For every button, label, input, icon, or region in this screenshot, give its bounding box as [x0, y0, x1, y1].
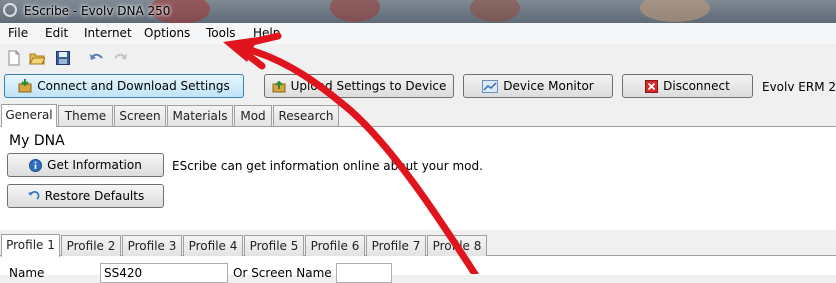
tab-research[interactable]: Research: [273, 105, 339, 126]
app-icon[interactable]: [3, 3, 17, 17]
restore-defaults-label: Restore Defaults: [44, 189, 145, 203]
connect-download-label: Connect and Download Settings: [37, 79, 230, 93]
new-file-icon[interactable]: [6, 50, 22, 66]
undo-icon[interactable]: [88, 50, 104, 66]
restore-arrow-icon: [27, 190, 40, 200]
tab-materials[interactable]: Materials: [167, 105, 233, 126]
profile-name-input[interactable]: [100, 263, 228, 283]
info-icon: [29, 158, 43, 172]
menu-edit[interactable]: Edit: [45, 26, 68, 40]
section-title-my-dna: My DNA: [9, 133, 65, 149]
disconnect-button[interactable]: Disconnect: [622, 74, 753, 98]
tab-general[interactable]: General: [1, 104, 57, 127]
get-information-button[interactable]: Get Information: [7, 153, 164, 177]
menu-internet[interactable]: Internet: [84, 26, 132, 40]
device-monitor-button[interactable]: Device Monitor: [463, 74, 613, 98]
menu-file[interactable]: File: [8, 26, 28, 40]
menu-help[interactable]: Help: [253, 26, 280, 40]
profile-name-label: Name: [9, 266, 45, 280]
disconnect-x-icon: [645, 79, 659, 93]
restore-defaults-button[interactable]: Restore Defaults: [7, 184, 164, 208]
connect-download-button[interactable]: Connect and Download Settings: [4, 74, 244, 98]
open-folder-icon[interactable]: [29, 50, 45, 66]
device-name-label: Evolv ERM 250: [762, 80, 836, 94]
title-bar-background-blob: [470, 0, 520, 22]
download-box-icon: [18, 79, 32, 93]
screen-name-label: Or Screen Name: [233, 266, 332, 280]
upload-settings-label: Upload Settings to Device: [290, 79, 447, 93]
tab-screen[interactable]: Screen: [114, 105, 166, 126]
title-bar-background-blob: [640, 0, 710, 22]
general-panel: [0, 126, 836, 231]
info-description: EScribe can get information online about…: [172, 159, 483, 173]
title-bar: EScribe - Evolv DNA 250: [0, 0, 836, 23]
tab-profile-8[interactable]: Profile 8: [427, 235, 487, 256]
tab-profile-2[interactable]: Profile 2: [61, 235, 121, 256]
screen-name-input[interactable]: [336, 263, 392, 283]
redo-icon[interactable]: [113, 50, 129, 66]
tab-theme[interactable]: Theme: [58, 105, 113, 126]
title-bar-background-blob: [330, 0, 380, 22]
tab-mod[interactable]: Mod: [234, 105, 272, 126]
get-information-label: Get Information: [47, 158, 142, 172]
menu-bar: File Edit Internet Options Tools Help: [0, 23, 836, 45]
upload-settings-button[interactable]: Upload Settings to Device: [264, 74, 454, 98]
monitor-chart-icon: [482, 79, 499, 93]
tab-profile-7[interactable]: Profile 7: [366, 235, 426, 256]
save-icon[interactable]: [55, 50, 71, 66]
tab-profile-3[interactable]: Profile 3: [122, 235, 182, 256]
disconnect-label: Disconnect: [663, 79, 730, 93]
tab-profile-4[interactable]: Profile 4: [183, 235, 243, 256]
upload-box-icon: [272, 80, 286, 93]
menu-options[interactable]: Options: [144, 26, 190, 40]
tab-profile-5[interactable]: Profile 5: [244, 235, 304, 256]
tab-profile-6[interactable]: Profile 6: [305, 235, 365, 256]
window-title: EScribe - Evolv DNA 250: [24, 4, 171, 18]
tab-profile-1[interactable]: Profile 1: [1, 234, 60, 257]
device-monitor-label: Device Monitor: [503, 79, 594, 93]
menu-tools[interactable]: Tools: [206, 26, 236, 40]
